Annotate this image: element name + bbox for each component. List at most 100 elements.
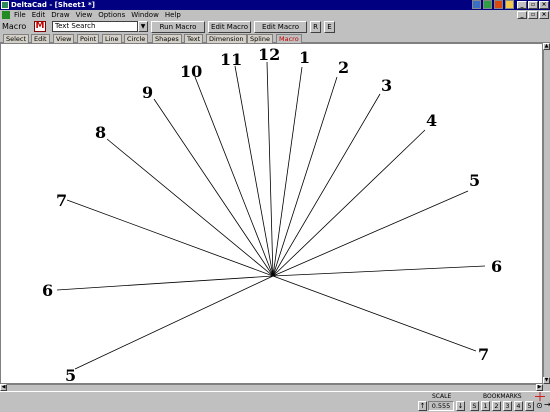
radial-line[interactable] [272,265,486,277]
label-6-left[interactable]: 6 [42,281,53,300]
menu-window[interactable]: Window [131,10,159,20]
label-2[interactable]: 2 [338,58,349,77]
title-bar: DeltaCad - [Sheet1 *] _ ▫ × [0,0,550,10]
label-3[interactable]: 3 [381,76,392,95]
document-icon[interactable] [2,11,10,19]
macro-select[interactable]: Text Search [52,21,138,32]
radial-line[interactable] [153,98,274,277]
menu-draw[interactable]: Draw [51,10,69,20]
bookmark-1[interactable]: 1 [481,401,490,411]
tab-spline[interactable]: Spline [247,34,273,43]
radial-line[interactable] [234,65,274,277]
scroll-down-icon[interactable]: ▼ [543,377,550,384]
tab-dimension[interactable]: Dimension [206,34,247,43]
radial-line[interactable] [272,275,477,352]
label-1[interactable]: 1 [299,48,310,67]
app-shortcut-icon[interactable] [505,0,514,9]
radial-line[interactable] [66,199,274,277]
macro-label: Macro [2,22,27,31]
close-icon[interactable]: × [539,1,549,9]
tab-shapes[interactable]: Shapes [152,34,182,43]
label-7-right[interactable]: 7 [478,345,489,364]
tab-line[interactable]: Line [102,34,122,43]
tab-edit[interactable]: Edit [31,34,50,43]
tool-tabs: Select Edit View Point Line Circle Shape… [0,33,550,43]
minimize-icon[interactable]: _ [517,1,527,9]
menu-file[interactable]: File [14,10,26,20]
menu-view[interactable]: View [76,10,93,20]
app-shortcut-icon[interactable] [483,0,492,9]
tab-view[interactable]: View [53,34,75,43]
macro-icon[interactable]: M [34,21,46,32]
menu-help[interactable]: Help [165,10,181,20]
radial-line[interactable] [272,190,469,277]
down-arrow-icon[interactable]: ↓ [456,401,465,411]
bookmarks-label: BOOKMARKS [483,393,522,400]
menu-bar: File Edit Draw View Options Window Help … [0,10,550,20]
radial-line[interactable] [272,76,338,277]
bookmark-4[interactable]: 4 [514,401,523,411]
label-6-right[interactable]: 6 [491,257,502,276]
scroll-up-icon[interactable]: ▲ [543,43,550,50]
radial-line[interactable] [106,138,274,277]
label-5-left[interactable]: 5 [65,366,76,385]
e-button[interactable]: E [324,21,335,33]
macro-toolbar: Macro M Text Search ▼ Run Macro Edit Mac… [0,20,550,41]
scroll-left-icon[interactable]: ◀ [0,384,7,391]
arrow-right-icon: → [544,400,550,409]
document-controls: _ ▫ × [517,11,549,19]
drawing-canvas[interactable]: 12 1 2 3 4 5 6 7 5 6 7 8 9 10 11 [0,43,543,385]
radial-line[interactable] [272,66,303,277]
r-button[interactable]: R [310,21,321,33]
radial-line[interactable] [74,275,274,370]
bookmark-3[interactable]: 3 [503,401,512,411]
menu-edit[interactable]: Edit [32,10,46,20]
label-12[interactable]: 12 [258,45,280,64]
radial-line[interactable] [194,76,274,277]
dropdown-circle-icon[interactable]: ⊙ [536,401,543,410]
label-4[interactable]: 4 [426,111,437,130]
horizontal-scrollbar[interactable]: ◀ ▶ [0,384,543,391]
label-9[interactable]: 9 [142,83,153,102]
edit-macro-button[interactable]: Edit Macro [208,21,251,33]
app-shortcut-icon[interactable] [472,0,481,9]
edit-macro-list-button[interactable]: Edit Macro List [254,21,307,41]
label-10[interactable]: 10 [180,62,202,81]
tab-text[interactable]: Text [184,34,204,43]
label-7-left[interactable]: 7 [56,191,67,210]
label-11[interactable]: 11 [220,50,242,69]
status-bar: SCALE BOOKMARKS ↑ 0.555 ↓ S 1 2 3 4 5 ⊙ … [0,391,550,412]
radial-line[interactable] [272,93,381,277]
window-title: DeltaCad - [Sheet1 *] [11,1,95,9]
window-controls: _ ▫ × [517,1,549,9]
scale-label: SCALE [432,393,452,400]
tab-select[interactable]: Select [3,34,30,43]
doc-restore-icon[interactable]: ▫ [528,11,538,19]
vertical-scrollbar[interactable]: ▲ ▼ [543,43,550,384]
tab-circle[interactable]: Circle [124,34,149,43]
restore-icon[interactable]: ▫ [528,1,538,9]
app-icon [1,1,9,9]
doc-close-icon[interactable]: × [539,11,549,19]
bookmark-5[interactable]: 5 [525,401,534,411]
crosshair-icon [535,392,545,401]
radial-line[interactable] [56,275,274,291]
label-8[interactable]: 8 [95,123,106,142]
drawing-svg: 12 1 2 3 4 5 6 7 5 6 7 8 9 10 11 [42,45,502,385]
bookmark-2[interactable]: 2 [492,401,501,411]
doc-minimize-icon[interactable]: _ [517,11,527,19]
scale-value: 0.555 [428,401,454,411]
tab-point[interactable]: Point [77,34,100,43]
radial-line[interactable] [266,61,274,277]
chevron-down-icon[interactable]: ▼ [138,21,148,32]
tab-macro[interactable]: Macro [276,34,302,43]
label-5-right[interactable]: 5 [469,171,480,190]
app-shortcut-icon[interactable] [494,0,503,9]
bookmark-s[interactable]: S [470,401,479,411]
run-macro-button[interactable]: Run Macro [151,21,205,33]
menu-options[interactable]: Options [98,10,125,20]
up-arrow-icon[interactable]: ↑ [418,401,427,411]
taskbar-icons [472,0,514,9]
radial-line[interactable] [272,129,426,277]
scroll-right-icon[interactable]: ▶ [536,384,543,391]
